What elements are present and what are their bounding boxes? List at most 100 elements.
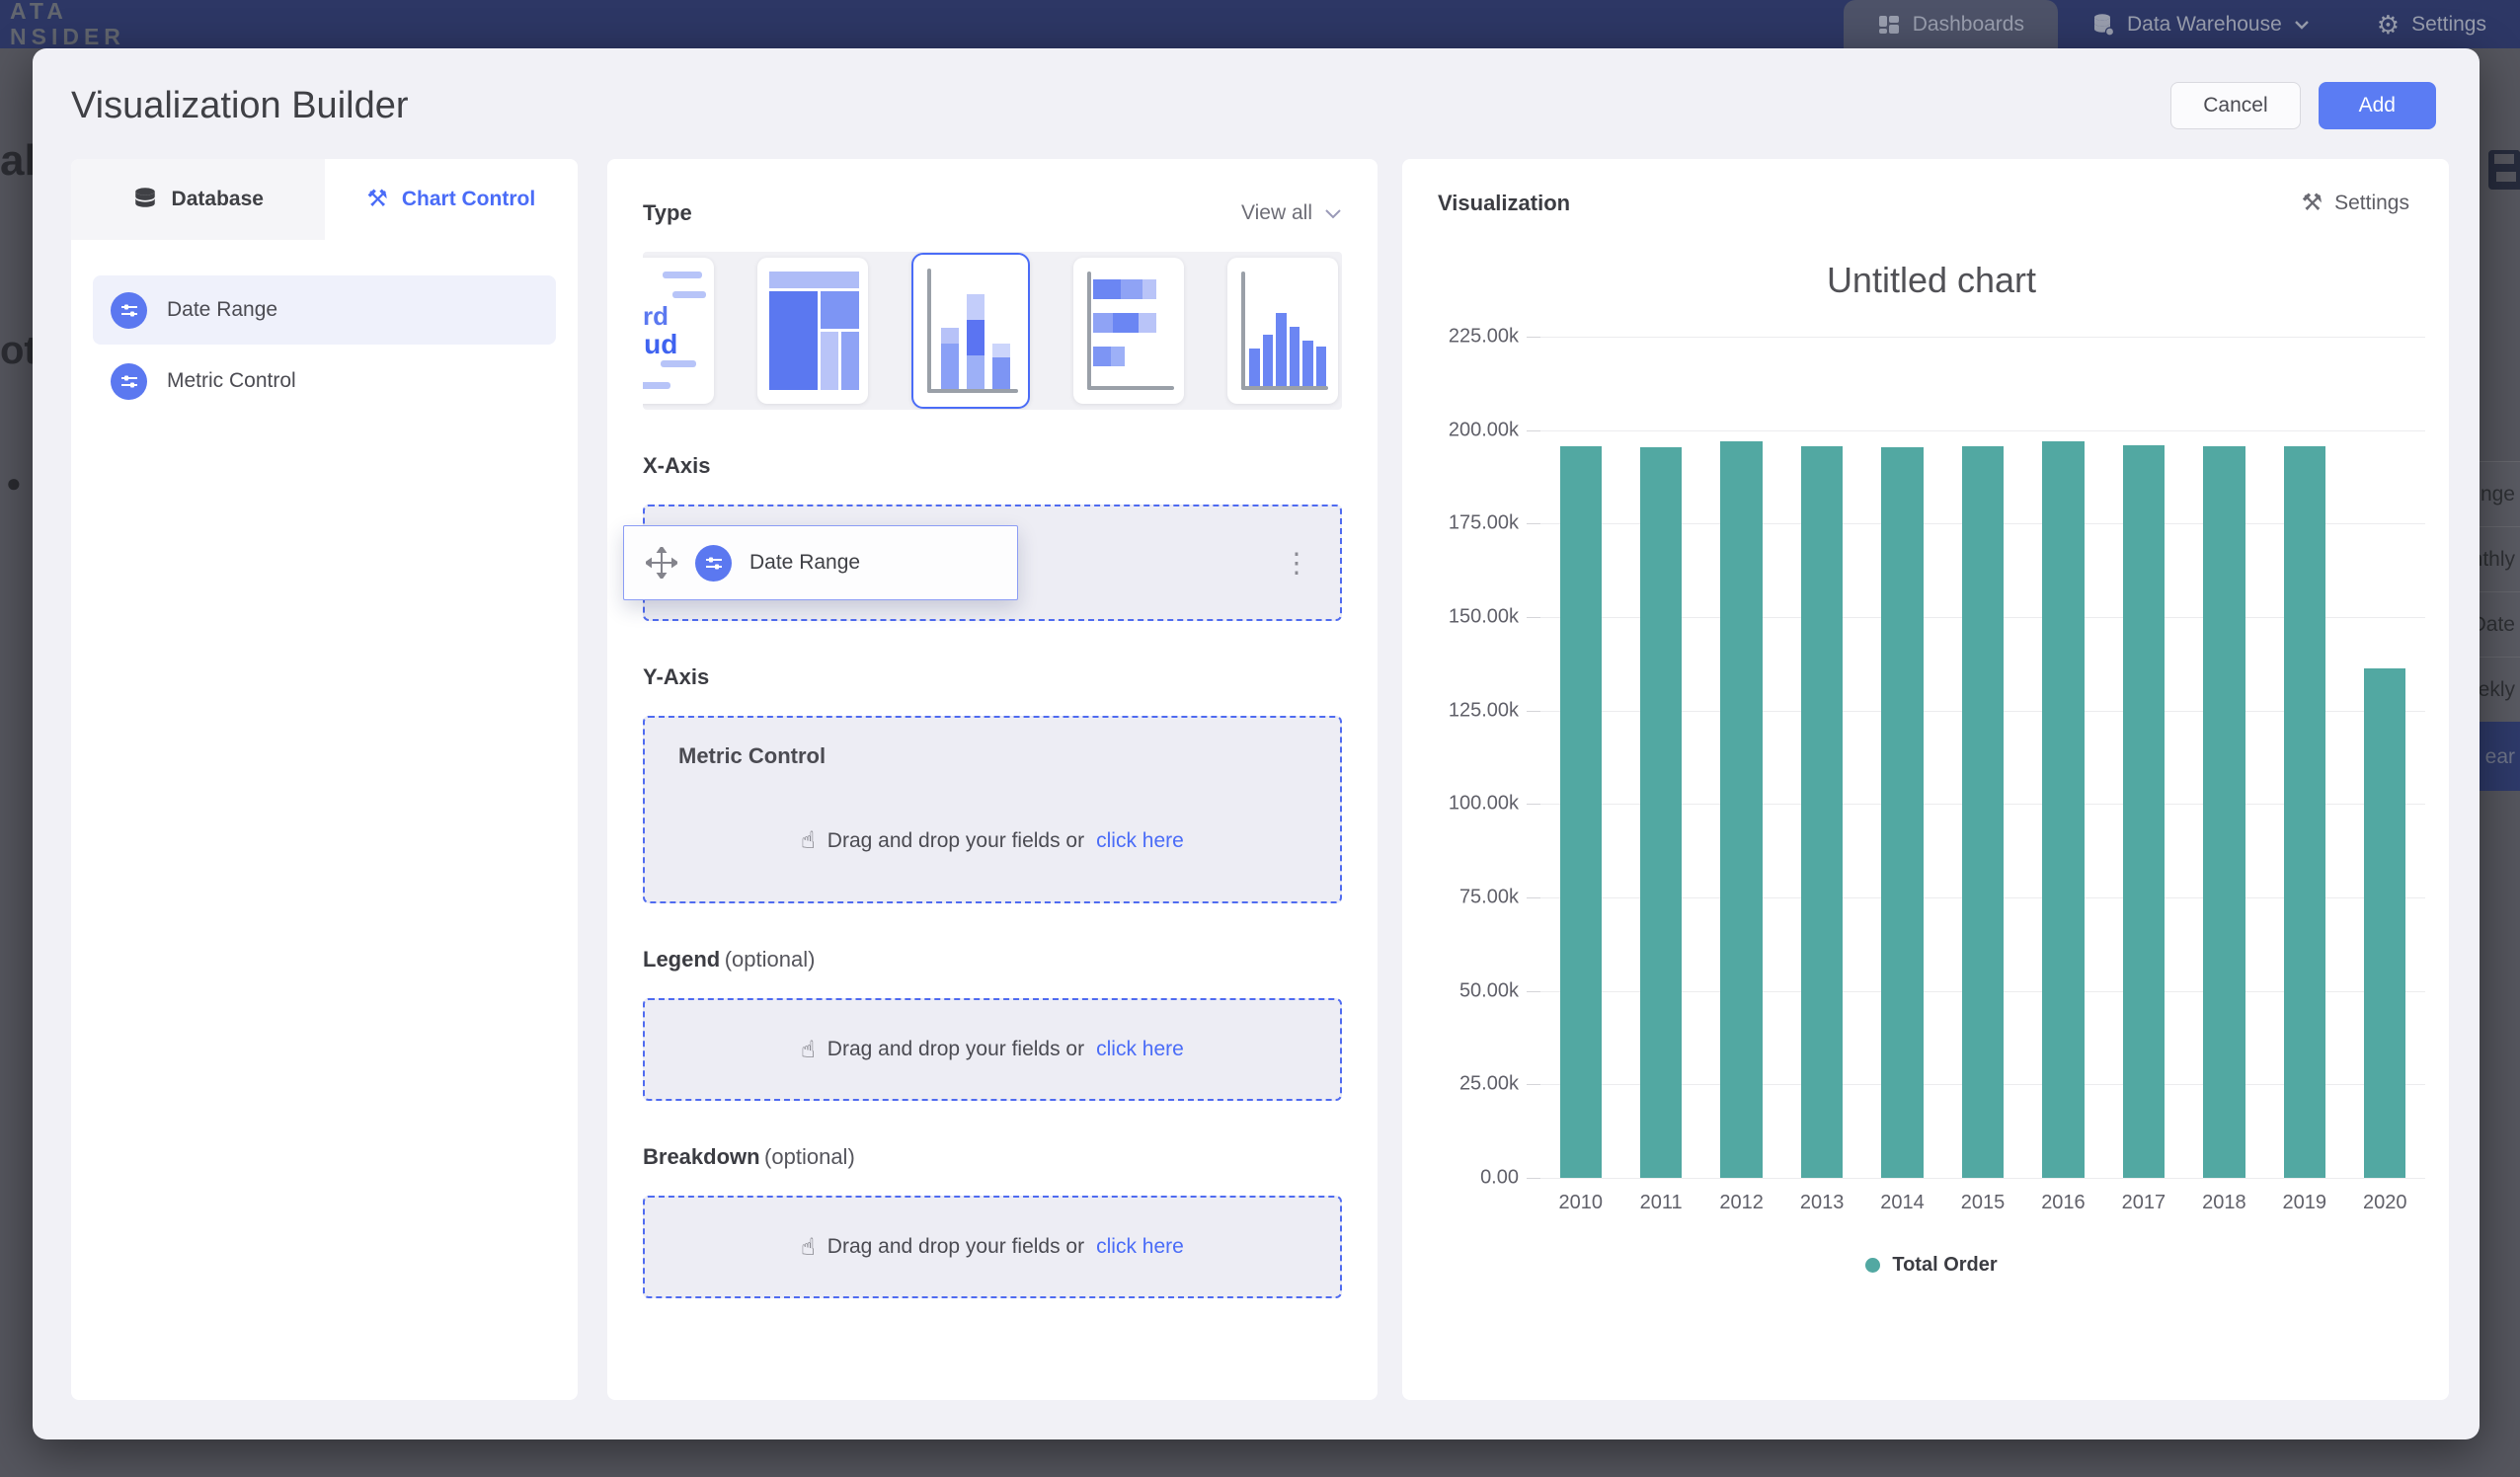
chart-type-stacked-column[interactable] — [911, 253, 1030, 409]
tab-label: Chart Control — [402, 188, 535, 211]
y-tick-label: 50.00k — [1459, 979, 1519, 1002]
dashboard-icon — [1877, 13, 1901, 37]
bar-2013 — [1801, 446, 1843, 1178]
bar-slot — [2103, 337, 2183, 1178]
cancel-button[interactable]: Cancel — [2170, 82, 2300, 129]
tap-hand-icon: ☝ — [801, 1036, 816, 1064]
bar-slot — [1862, 337, 1942, 1178]
stacked-column-thumbnail — [927, 269, 1018, 393]
control-sliders-icon — [111, 363, 147, 400]
treemap-thumbnail — [769, 272, 856, 390]
brand-logo: ATA NSIDER — [10, 0, 125, 49]
y-tick-label: 100.00k — [1449, 793, 1519, 816]
breakdown-heading: Breakdown — [643, 1144, 760, 1169]
bar-slot — [2345, 337, 2425, 1178]
bar-2011 — [1640, 447, 1682, 1178]
visualization-panel: Visualization ⚒ Settings Untitled chart … — [1402, 159, 2449, 1400]
chart-gridline — [1540, 1178, 2425, 1179]
column-thumbnail — [1241, 272, 1328, 390]
chart-type-treemap[interactable] — [757, 258, 868, 404]
background-bullet: ● — [6, 468, 22, 499]
type-heading: Type — [643, 200, 692, 226]
bar-slot — [1942, 337, 2022, 1178]
dropzone-hint-text: Drag and drop your fields or — [827, 1235, 1084, 1259]
chart-builder-panel: Type View all Word Cloud — [607, 159, 1378, 1400]
modal-title: Visualization Builder — [71, 85, 409, 127]
bar-2012 — [1720, 441, 1762, 1178]
x-axis-dropzone[interactable]: Date Range Date Range ⋮ — [643, 505, 1342, 621]
x-tick-label: 2010 — [1540, 1192, 1620, 1214]
date-range-drag-chip[interactable]: Date Range — [623, 525, 1018, 600]
x-axis-heading: X-Axis — [643, 453, 710, 478]
y-tick-label: 25.00k — [1459, 1073, 1519, 1096]
bar-slot — [1701, 337, 1781, 1178]
breakdown-dropzone[interactable]: ☝ Drag and drop your fields or click her… — [643, 1196, 1342, 1298]
bar-slot — [2023, 337, 2103, 1178]
breakdown-optional-suffix: (optional) — [764, 1144, 855, 1169]
x-tick-label: 2014 — [1862, 1192, 1942, 1214]
move-icon — [646, 547, 677, 579]
tap-hand-icon: ☝ — [801, 1233, 816, 1262]
settings-button[interactable]: ⚒ Settings — [2302, 192, 2409, 215]
nav-label: Data Warehouse — [2127, 13, 2282, 37]
chart-bars — [1540, 337, 2425, 1178]
y-tick-label: 0.00 — [1480, 1167, 1519, 1190]
field-item-date-range[interactable]: Date Range — [93, 275, 556, 345]
chip-label: Date Range — [749, 551, 860, 575]
x-tick-label: 2016 — [2023, 1192, 2103, 1214]
chart-plot — [1540, 337, 2425, 1178]
nav-label: Settings — [2411, 13, 2486, 37]
database-icon — [132, 187, 158, 212]
chart-type-list: Word Cloud — [643, 252, 1342, 410]
click-here-link[interactable]: click here — [1096, 1038, 1184, 1061]
bar-chart: 225.00k200.00k175.00k150.00k125.00k100.0… — [1438, 337, 2425, 1178]
y-tick-label: 75.00k — [1459, 886, 1519, 908]
chart-y-axis-labels: 225.00k200.00k175.00k150.00k125.00k100.0… — [1438, 337, 1540, 1178]
chart-type-column[interactable] — [1227, 258, 1338, 404]
field-label: Date Range — [167, 298, 277, 322]
kebab-menu-icon[interactable]: ⋮ — [1283, 547, 1310, 580]
x-tick-label: 2020 — [2345, 1192, 2425, 1214]
bar-2018 — [2203, 446, 2244, 1178]
y-axis-dropzone[interactable]: Metric Control ☝ Drag and drop your fiel… — [643, 716, 1342, 903]
legend-heading: Legend — [643, 947, 720, 972]
dropzone-hint-text: Drag and drop your fields or — [827, 829, 1084, 853]
y-axis-heading: Y-Axis — [643, 664, 709, 689]
chart-title: Untitled chart — [1438, 260, 2425, 301]
stacked-bar-thumbnail — [1087, 272, 1174, 390]
tab-database[interactable]: Database — [71, 159, 325, 240]
x-tick-label: 2019 — [2264, 1192, 2344, 1214]
y-tick-label: 200.00k — [1449, 419, 1519, 441]
nav-item-settings[interactable]: ⚙ Settings — [2343, 0, 2520, 48]
gear-icon: ⚙ — [2377, 12, 2400, 38]
bar-2016 — [2042, 441, 2084, 1178]
chart-type-stacked-bar[interactable] — [1073, 258, 1184, 404]
bar-slot — [2184, 337, 2264, 1178]
chevron-down-icon — [1324, 208, 1342, 219]
legend-dropzone[interactable]: ☝ Drag and drop your fields or click her… — [643, 998, 1342, 1101]
view-all-dropdown[interactable]: View all — [1241, 201, 1342, 225]
database-icon — [2091, 13, 2115, 37]
bar-2019 — [2284, 446, 2325, 1178]
x-tick-label: 2015 — [1942, 1192, 2022, 1214]
click-here-link[interactable]: click here — [1096, 1235, 1184, 1259]
tab-chart-control[interactable]: ⚒ Chart Control — [325, 159, 579, 240]
dropzone-hint-text: Drag and drop your fields or — [827, 1038, 1084, 1061]
control-sliders-icon — [111, 292, 147, 329]
visualization-heading: Visualization — [1438, 191, 1570, 216]
legend-dot — [1865, 1258, 1880, 1273]
field-item-metric-control[interactable]: Metric Control — [93, 347, 556, 416]
fields-sidebar: Database ⚒ Chart Control Date Range — [71, 159, 578, 1400]
bar-2017 — [2123, 445, 2165, 1178]
click-here-link[interactable]: click here — [1096, 829, 1184, 853]
bar-2010 — [1560, 446, 1602, 1178]
bar-slot — [1620, 337, 1700, 1178]
nav-item-data-warehouse[interactable]: Data Warehouse — [2058, 0, 2343, 48]
top-nav-bar: ATA NSIDER Dashboards Data Warehouse ⚙ S… — [0, 0, 2520, 48]
x-tick-label: 2012 — [1701, 1192, 1781, 1214]
chart-type-word-cloud[interactable]: Word Cloud — [643, 258, 714, 404]
add-button[interactable]: Add — [2319, 82, 2436, 129]
nav-item-dashboards[interactable]: Dashboards — [1844, 0, 2058, 48]
background-partial-text: al — [0, 136, 37, 186]
word-cloud-thumbnail: Word Cloud — [643, 258, 714, 404]
